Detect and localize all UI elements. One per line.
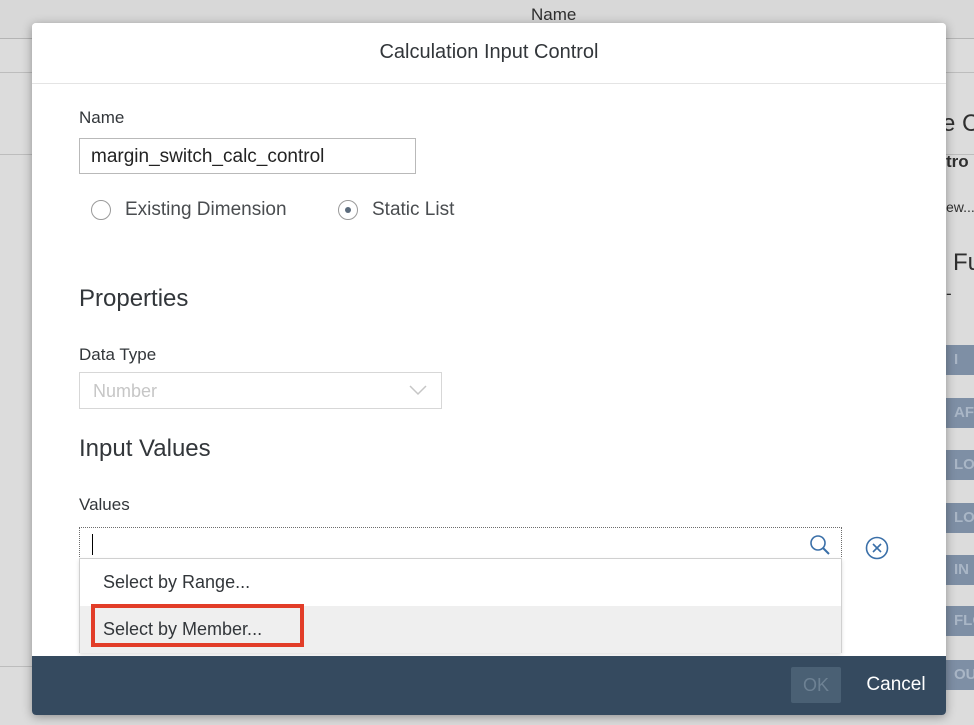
background-function-chip: LO: [946, 450, 974, 480]
values-input[interactable]: [79, 527, 842, 561]
background-panel-text: tro: [946, 152, 969, 171]
dialog-title: Calculation Input Control: [379, 41, 599, 63]
calculation-input-control-dialog: Calculation Input Control Name margin_sw…: [32, 23, 946, 715]
name-input[interactable]: margin_switch_calc_control: [79, 138, 416, 174]
data-type-value: Number: [93, 381, 158, 401]
name-label: Name: [79, 108, 125, 127]
radio-button-existing-dimension[interactable]: [91, 200, 111, 220]
radio-label-existing-dimension[interactable]: Existing Dimension: [125, 199, 287, 221]
text-caret: [92, 534, 93, 555]
background-panel-text: e C: [942, 110, 974, 137]
annotation-highlight-box: [91, 604, 304, 647]
search-icon[interactable]: [809, 534, 831, 556]
background-panel-text: ew...: [946, 199, 974, 215]
data-type-select[interactable]: Number: [79, 372, 442, 409]
menu-item-select-by-range[interactable]: Select by Range...: [80, 559, 841, 606]
background-function-chip: I: [946, 345, 974, 375]
background-panel-text: Fu: [953, 249, 974, 276]
input-values-heading: Input Values: [79, 435, 211, 462]
background-function-chip: IN: [946, 555, 974, 585]
radio-existing-dimension[interactable]: Existing Dimension: [91, 199, 287, 221]
background-panel-text: -: [946, 284, 952, 303]
ok-button[interactable]: OK: [791, 667, 841, 703]
cancel-button[interactable]: Cancel: [856, 667, 936, 703]
background-function-chip: OU: [946, 660, 974, 690]
background-function-chip: AF: [946, 398, 974, 428]
dialog-footer: OK Cancel: [32, 656, 946, 715]
background-function-chip: FLO: [946, 606, 974, 636]
values-label: Values: [79, 495, 130, 514]
radio-label-static-list[interactable]: Static List: [372, 199, 454, 221]
dialog-header: Calculation Input Control: [32, 23, 946, 84]
background-column-header: Name: [531, 5, 577, 24]
radio-static-list[interactable]: Static List: [338, 199, 454, 221]
chevron-down-icon: [409, 385, 427, 396]
close-icon[interactable]: [864, 535, 890, 561]
properties-heading: Properties: [79, 285, 189, 312]
radio-button-static-list[interactable]: [338, 200, 358, 220]
background-function-chip: LOC: [946, 503, 974, 533]
data-type-label: Data Type: [79, 345, 157, 364]
